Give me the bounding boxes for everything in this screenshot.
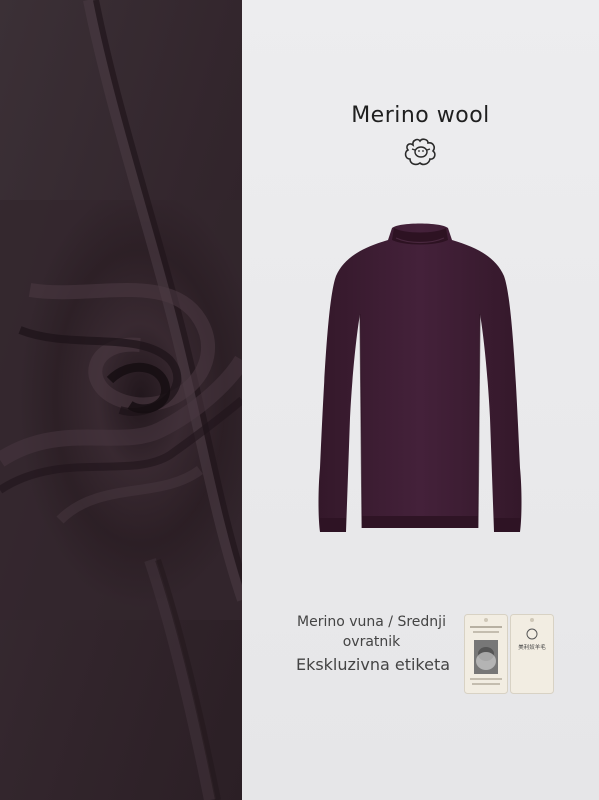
hang-tag-left: [464, 614, 508, 698]
page-title: Merino wool: [351, 103, 490, 128]
caption-line2: Ekskluzivna etiketa: [295, 655, 451, 674]
product-image: [314, 218, 526, 542]
product-panel: Merino wool Merino vuna / Srednji ovratn…: [242, 0, 599, 800]
tag-text: 美利奴羊毛: [518, 643, 546, 651]
fabric-closeup: [0, 0, 242, 800]
fabric-image: [0, 0, 242, 800]
caption-line1: Merino vuna / Srednji ovratnik: [297, 614, 446, 650]
sheep-icon: [403, 137, 439, 169]
hang-tag-right: 美利奴羊毛: [510, 614, 554, 698]
